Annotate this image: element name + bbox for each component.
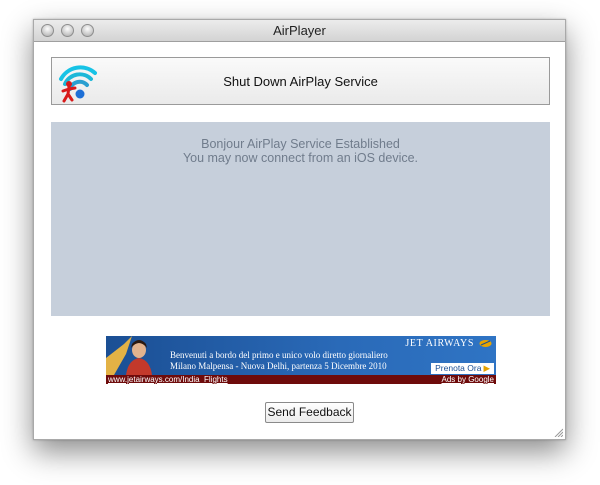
ad-main-area[interactable]: JET AIRWAYS Benvenuti a bordo del primo … (106, 336, 496, 375)
status-message-established: Bonjour AirPlay Service Established (201, 137, 400, 151)
ad-text-line-2: Milano Malpensa - Nuova Delhi, partenza … (170, 361, 387, 371)
play-arrow-icon: ▶ (483, 363, 490, 373)
app-window: AirPlayer Shut Down AirPlay Service Bonj… (33, 19, 566, 440)
ad-text-line-1: Benvenuti a bordo del primo e unico volo… (170, 350, 388, 360)
send-feedback-button[interactable]: Send Feedback (265, 402, 354, 423)
title-bar[interactable]: AirPlayer (34, 20, 565, 42)
jet-airways-logo-icon (479, 340, 492, 347)
ad-banner[interactable]: JET AIRWAYS Benvenuti a bordo del primo … (106, 336, 496, 384)
ads-by-google-link[interactable]: Ads by Google (442, 375, 494, 384)
shutdown-button-label: Shut Down AirPlay Service (223, 74, 378, 89)
status-message-connect: You may now connect from an iOS device. (182, 151, 419, 165)
ad-cta-label: Prenota Ora (435, 363, 482, 373)
status-panel: Bonjour AirPlay Service Established You … (51, 122, 550, 316)
ad-book-now-button[interactable]: Prenota Ora ▶ (431, 363, 494, 374)
resize-grip-icon[interactable] (553, 427, 563, 437)
window-title: AirPlayer (273, 23, 326, 38)
ad-url-link[interactable]: www.jetairways.com/India_Flights (108, 375, 228, 384)
ad-footer-strip: www.jetairways.com/India_Flights Ads by … (106, 375, 496, 384)
ad-brand-name: JET AIRWAYS (405, 338, 474, 349)
shutdown-airplay-button[interactable]: Shut Down AirPlay Service (51, 57, 550, 105)
ad-flight-attendant-image (106, 336, 152, 375)
